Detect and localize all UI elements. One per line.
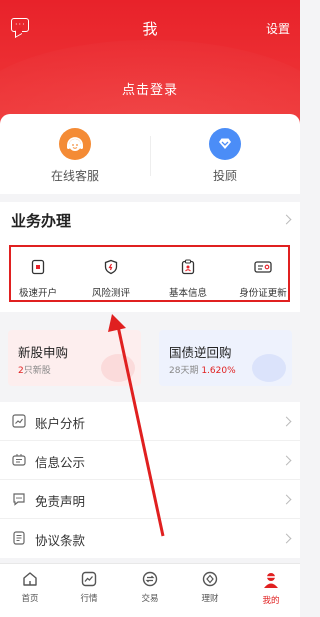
menu-label: 信息公示 (35, 455, 86, 470)
promo-subtitle: 28天期 1.620% (169, 363, 236, 376)
promo-decoration (101, 354, 135, 382)
menu-item-disclosure[interactable]: 信息公示 (0, 441, 300, 480)
settings-button[interactable]: 设置 (266, 20, 290, 37)
risk-assessment-button[interactable]: 风险测评 (76, 259, 146, 299)
divider (150, 136, 151, 176)
basic-info-button[interactable]: 基本信息 (153, 259, 223, 299)
advisor-button[interactable]: 投顾 (175, 128, 275, 184)
menu-item-account-analysis[interactable]: 账户分析 (0, 402, 300, 441)
account-open-icon (31, 259, 45, 275)
trade-icon (142, 571, 158, 587)
menu-label: 协议条款 (35, 533, 86, 548)
tab-label: 交易 (141, 594, 159, 604)
item-label: 基本信息 (168, 288, 207, 299)
tab-market[interactable]: 行情 (64, 571, 114, 604)
chat-icon (13, 493, 25, 506)
repo-card[interactable]: 国债逆回购 28天期 1.620% (159, 330, 292, 386)
online-service-button[interactable]: 在线客服 (25, 128, 125, 184)
quick-account-open-button[interactable]: 极速开户 (3, 259, 73, 299)
business-section: 业务办理 极速开户 风险测评 基本信息 身份证更新 (0, 202, 300, 312)
risk-shield-icon (104, 259, 118, 275)
repo-rate: 1.620% (201, 366, 236, 376)
tab-trade[interactable]: 交易 (125, 571, 175, 604)
chevron-right-icon (281, 494, 292, 505)
item-label: 风险测评 (91, 288, 130, 299)
repo-term: 28天期 (169, 366, 199, 376)
menu-item-agreement[interactable]: 协议条款 (0, 519, 300, 558)
highlight-box: 极速开户 风险测评 基本信息 身份证更新 (9, 245, 290, 302)
id-card-update-button[interactable]: 身份证更新 (228, 259, 298, 299)
market-icon (81, 571, 97, 587)
document-icon (13, 531, 25, 545)
profile-icon (264, 573, 278, 588)
tab-wealth[interactable]: 理财 (185, 571, 235, 604)
id-card-icon (254, 261, 272, 273)
ipo-subscribe-card[interactable]: 新股申购 2只新股 (8, 330, 141, 386)
tab-label: 行情 (80, 594, 98, 604)
tab-label: 理财 (201, 594, 219, 604)
service-card: 在线客服 投顾 (0, 114, 300, 194)
promo-decoration (252, 354, 286, 382)
home-icon (23, 572, 37, 586)
page-title: 我 (142, 20, 158, 38)
menu-label: 账户分析 (35, 416, 86, 431)
chevron-right-icon (281, 416, 292, 427)
announcement-icon (12, 454, 26, 466)
chevron-right-icon[interactable] (281, 214, 292, 225)
tab-label: 我的 (262, 596, 280, 606)
advisor-label: 投顾 (212, 169, 237, 183)
tab-profile[interactable]: 我的 (246, 571, 296, 606)
service-label: 在线客服 (50, 169, 99, 183)
chart-icon (12, 414, 26, 428)
bottom-tab-bar: 首页 行情 交易 理财 我的 (0, 563, 300, 617)
promo-title: 新股申购 (18, 345, 69, 360)
tab-home[interactable]: 首页 (5, 571, 55, 604)
menu-label: 免责声明 (35, 494, 86, 509)
promo-title: 国债逆回购 (169, 345, 232, 360)
item-label: 身份证更新 (239, 288, 287, 299)
settings-menu: 账户分析 信息公示 免责声明 协议条款 (0, 402, 300, 558)
tab-label: 首页 (21, 594, 39, 604)
login-button[interactable]: 点击登录 (0, 79, 300, 98)
promo-subtitle: 2只新股 (18, 363, 51, 376)
wealth-icon (202, 571, 218, 587)
chevron-right-icon (281, 533, 292, 544)
diamond-icon (209, 128, 241, 160)
section-title: 业务办理 (11, 212, 72, 230)
menu-item-disclaimer[interactable]: 免责声明 (0, 480, 300, 519)
headset-icon (59, 128, 91, 160)
promo-subtitle-text: 只新股 (23, 366, 51, 376)
info-clipboard-icon (181, 259, 195, 275)
chevron-right-icon (281, 455, 292, 466)
item-label: 极速开户 (18, 288, 57, 299)
